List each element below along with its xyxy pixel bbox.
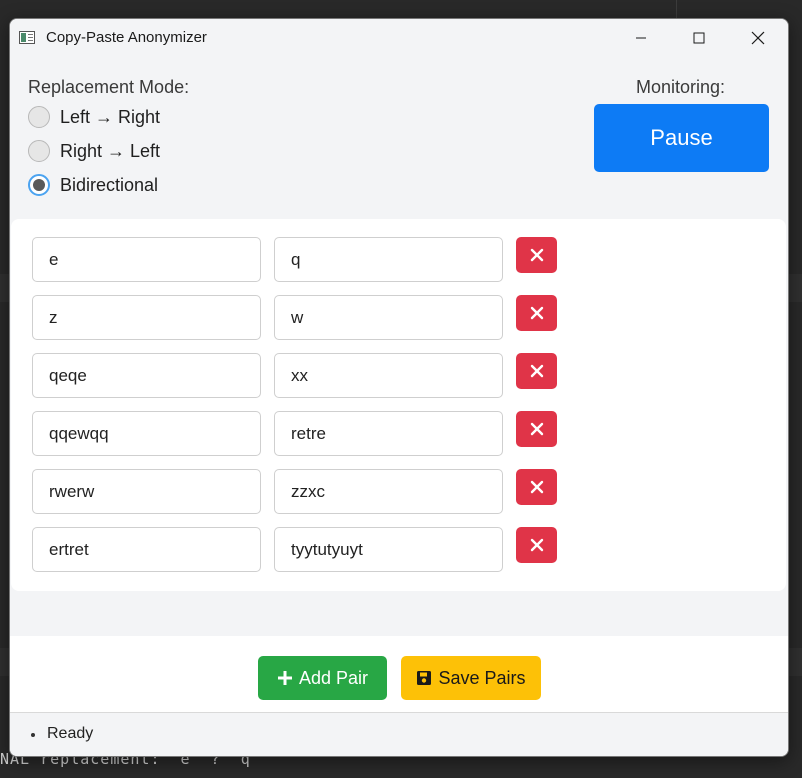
- pair-right-input[interactable]: [274, 237, 503, 282]
- pair-left-input[interactable]: [32, 237, 261, 282]
- pair-right-input[interactable]: [274, 469, 503, 514]
- radio-button-selected[interactable]: [28, 174, 50, 196]
- add-pair-label: Add Pair: [298, 667, 369, 688]
- replacement-mode-label: Replacement Mode:: [28, 77, 190, 97]
- delete-pair-button[interactable]: [516, 469, 557, 505]
- radio-label: Bidirectional: [60, 174, 159, 195]
- status-bar: Ready: [10, 713, 788, 756]
- x-icon: [530, 364, 543, 378]
- floppy-disk-icon: [416, 670, 432, 686]
- close-button[interactable]: [729, 19, 787, 57]
- background-divider: [676, 0, 677, 20]
- title-bar: Copy-Paste Anonymizer: [10, 19, 788, 57]
- x-icon: [530, 538, 543, 552]
- status-bullet: [31, 733, 35, 737]
- x-icon: [530, 306, 543, 320]
- pair-right-input[interactable]: [274, 295, 503, 340]
- radio-button[interactable]: [28, 140, 50, 162]
- pair-right-input[interactable]: [274, 527, 503, 572]
- pairs-panel: [11, 219, 786, 591]
- minimize-icon: [636, 37, 646, 39]
- pair-right-input[interactable]: [274, 353, 503, 398]
- app-window-icon: [19, 31, 35, 44]
- delete-pair-button[interactable]: [516, 527, 557, 563]
- status-text: Ready: [47, 725, 94, 742]
- x-icon: [530, 422, 543, 436]
- pair-left-input[interactable]: [32, 295, 261, 340]
- minimize-button[interactable]: [612, 19, 670, 57]
- pair-left-input[interactable]: [32, 469, 261, 514]
- delete-pair-button[interactable]: [516, 353, 557, 389]
- monitoring-label: Monitoring:: [636, 77, 726, 97]
- close-icon: [751, 31, 765, 45]
- app-window: Copy-Paste Anonymizer Replacement Mode: …: [9, 18, 789, 757]
- radio-button[interactable]: [28, 106, 50, 128]
- save-pairs-button[interactable]: Save Pairs: [401, 656, 541, 700]
- radio-bidirectional[interactable]: Bidirectional: [28, 172, 158, 198]
- delete-pair-button[interactable]: [516, 295, 557, 331]
- plus-icon: [277, 670, 293, 686]
- add-pair-button[interactable]: Add Pair: [258, 656, 387, 700]
- delete-pair-button[interactable]: [516, 237, 557, 273]
- x-icon: [530, 248, 543, 262]
- radio-label: Right → Left: [60, 140, 161, 161]
- radio-left-to-right[interactable]: Left → Right: [28, 104, 160, 130]
- radio-label: Left → Right: [60, 106, 161, 127]
- radio-right-to-left[interactable]: Right → Left: [28, 138, 160, 164]
- pair-left-input[interactable]: [32, 527, 261, 572]
- save-pairs-label: Save Pairs: [438, 667, 526, 688]
- x-icon: [530, 480, 543, 494]
- window-title: Copy-Paste Anonymizer: [46, 29, 207, 46]
- pair-left-input[interactable]: [32, 411, 261, 456]
- action-bar: Add Pair Save Pairs: [10, 636, 788, 713]
- pause-button[interactable]: Pause: [594, 104, 769, 172]
- pair-left-input[interactable]: [32, 353, 261, 398]
- maximize-button[interactable]: [670, 19, 728, 57]
- pair-right-input[interactable]: [274, 411, 503, 456]
- maximize-icon: [693, 32, 705, 44]
- delete-pair-button[interactable]: [516, 411, 557, 447]
